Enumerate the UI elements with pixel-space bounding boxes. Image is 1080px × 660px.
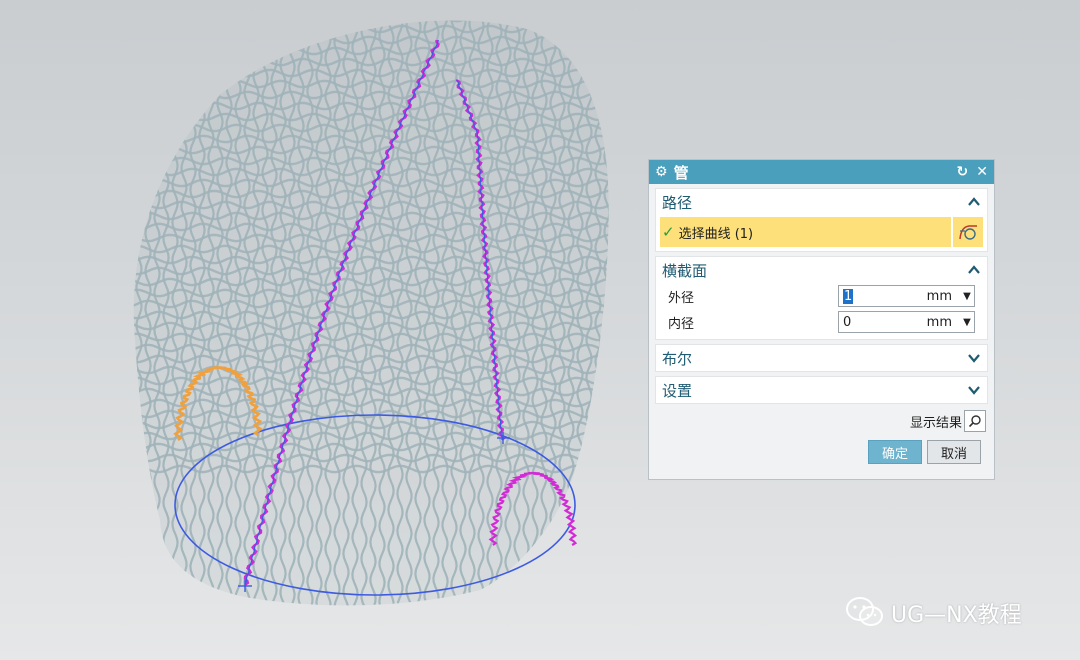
chevron-down-icon[interactable]: ▼: [960, 291, 974, 302]
chevron-down-icon[interactable]: ▼: [960, 317, 974, 328]
outer-diameter-input[interactable]: 1 mm ▼: [838, 285, 975, 307]
section-path-title: 路径: [662, 193, 693, 212]
inner-diameter-value[interactable]: 0: [843, 315, 927, 330]
outer-diameter-unit: mm: [926, 288, 952, 304]
select-curve-row[interactable]: ✓ 选择曲线 (1): [660, 217, 983, 247]
checkmark-icon: ✓: [662, 223, 675, 241]
watermark: UG—NX教程: [845, 596, 1022, 630]
cancel-button[interactable]: 取消: [927, 440, 981, 464]
section-path-header[interactable]: 路径: [656, 189, 987, 215]
show-result-label: 显示结果: [909, 415, 962, 431]
chevron-down-icon: [968, 386, 980, 395]
reset-icon[interactable]: ↻: [957, 164, 969, 180]
chevron-down-icon: [968, 354, 980, 363]
section-path: 路径 ✓ 选择曲线 (1): [655, 188, 988, 252]
inner-diameter-unit: mm: [926, 314, 952, 330]
section-settings-header[interactable]: 设置: [656, 377, 987, 403]
section-cross-section-title: 横截面: [662, 261, 708, 280]
dialog-buttons: 确定 取消: [649, 432, 994, 464]
outer-diameter-label: 外径: [668, 290, 695, 306]
chevron-up-icon: [968, 197, 980, 206]
curve-select-icon[interactable]: [951, 217, 983, 247]
dialog-title: 管: [673, 163, 689, 182]
section-settings: 设置: [655, 376, 988, 404]
show-result-row: 显示结果: [649, 404, 994, 432]
wire-mesh-head-model: [133, 20, 609, 606]
inner-diameter-label: 内径: [668, 316, 695, 332]
select-curve-label: 选择曲线 (1): [678, 226, 754, 242]
pipe-dialog: ⚙ 管 ↻ ✕ 路径 ✓ 选择曲线 (1) 横截面 外径 1 mm ▼ 内径 0…: [648, 159, 995, 480]
ok-button[interactable]: 确定: [868, 440, 922, 464]
gear-icon: ⚙: [655, 164, 668, 180]
outer-diameter-row: 外径 1 mm ▼: [656, 283, 987, 309]
inner-diameter-row: 内径 0 mm ▼: [656, 309, 987, 335]
section-cross-section: 横截面 外径 1 mm ▼ 内径 0 mm ▼: [655, 256, 988, 340]
section-boolean-header[interactable]: 布尔: [656, 345, 987, 371]
inner-diameter-input[interactable]: 0 mm ▼: [838, 311, 975, 333]
outer-diameter-value[interactable]: 1: [843, 288, 854, 304]
magnifier-icon[interactable]: [964, 410, 986, 432]
section-boolean: 布尔: [655, 344, 988, 372]
wechat-icon: [846, 597, 883, 626]
section-settings-title: 设置: [662, 381, 693, 400]
chevron-up-icon: [968, 265, 980, 274]
close-icon[interactable]: ✕: [976, 164, 988, 180]
section-boolean-title: 布尔: [662, 349, 693, 368]
watermark-text: UG—NX教程: [891, 603, 1022, 628]
section-cross-section-header[interactable]: 横截面: [656, 257, 987, 283]
dialog-titlebar: ⚙ 管 ↻ ✕: [649, 160, 994, 184]
